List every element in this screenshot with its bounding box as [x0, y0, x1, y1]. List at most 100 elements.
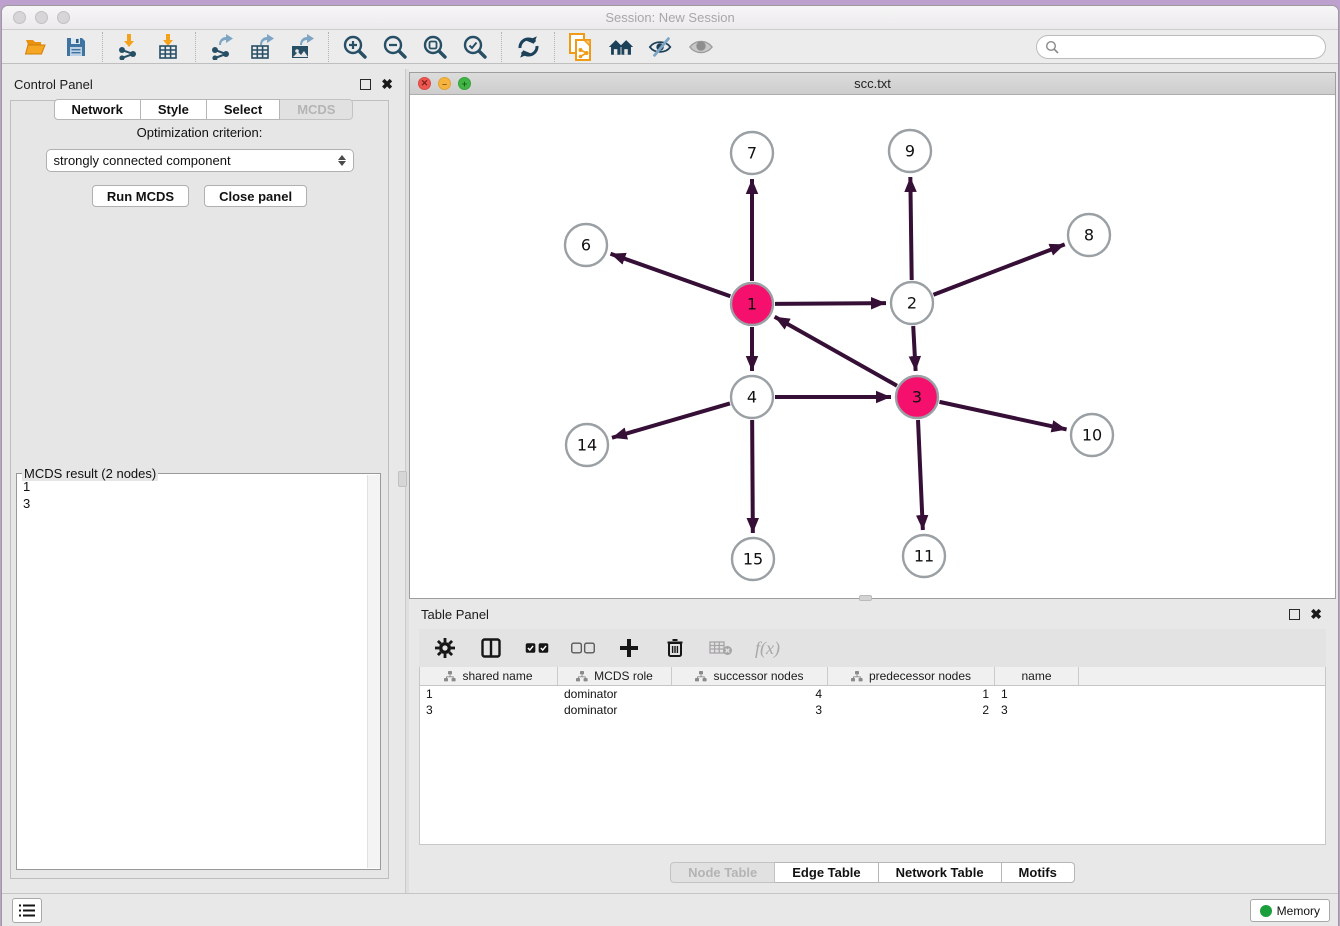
- add-column-icon[interactable]: [617, 636, 641, 660]
- node-11[interactable]: 11: [903, 535, 945, 577]
- svg-text:10: 10: [1082, 426, 1102, 445]
- node-3[interactable]: 3: [896, 376, 938, 418]
- edge-1-6[interactable]: [610, 254, 730, 297]
- import-network-icon[interactable]: [116, 34, 142, 60]
- zoom-in-icon[interactable]: [342, 34, 368, 60]
- save-session-icon[interactable]: [63, 34, 89, 60]
- table-cell[interactable]: 1: [420, 686, 558, 702]
- table-cell[interactable]: 3: [995, 702, 1079, 718]
- show-all-icon[interactable]: [688, 34, 714, 60]
- clone-network-icon[interactable]: [568, 34, 594, 60]
- close-panel-icon[interactable]: ✖: [381, 79, 393, 90]
- edge-3-10[interactable]: [939, 402, 1066, 430]
- table-row[interactable]: 1dominator411: [420, 686, 1325, 702]
- node-15[interactable]: 15: [732, 538, 774, 580]
- run-mcds-button[interactable]: Run MCDS: [92, 185, 189, 207]
- select-all-checkboxes-icon[interactable]: [525, 636, 549, 660]
- result-scrollbar[interactable]: [367, 475, 380, 868]
- table-toolbar: f(x): [419, 629, 1326, 667]
- tab-select[interactable]: Select: [207, 99, 280, 120]
- node-14[interactable]: 14: [566, 424, 608, 466]
- edge-2-3[interactable]: [913, 326, 915, 371]
- table-cell[interactable]: 1: [828, 686, 995, 702]
- table-row[interactable]: 3dominator323: [420, 702, 1325, 718]
- column-type-icon: [576, 671, 588, 682]
- column-header-shared-name[interactable]: shared name: [420, 667, 558, 685]
- node-table[interactable]: shared nameMCDS rolesuccessor nodesprede…: [419, 667, 1326, 845]
- edge-4-15[interactable]: [752, 420, 753, 533]
- mcds-panel: Optimization criterion: strongly connect…: [10, 100, 389, 879]
- edge-3-11[interactable]: [918, 420, 923, 530]
- column-header-name[interactable]: name: [995, 667, 1079, 685]
- network-minimize-button[interactable]: –: [438, 77, 451, 90]
- network-canvas[interactable]: 1 2 3 4 6 7 8 9 10 11 14 15: [410, 95, 1335, 598]
- zoom-selected-icon[interactable]: [462, 34, 488, 60]
- hide-selected-icon[interactable]: [648, 34, 674, 60]
- node-7[interactable]: 7: [731, 132, 773, 174]
- search-input[interactable]: [1064, 39, 1317, 54]
- svg-text:6: 6: [581, 236, 591, 255]
- column-header-successor-nodes[interactable]: successor nodes: [672, 667, 828, 685]
- svg-text:1: 1: [747, 295, 757, 314]
- network-maximize-button[interactable]: +: [458, 77, 471, 90]
- node-2[interactable]: 2: [891, 282, 933, 324]
- edge-2-8[interactable]: [933, 244, 1064, 294]
- svg-text:4: 4: [747, 388, 757, 407]
- float-panel-icon[interactable]: [360, 79, 371, 90]
- column-header-predecessor-nodes[interactable]: predecessor nodes: [828, 667, 995, 685]
- svg-text:8: 8: [1084, 226, 1094, 245]
- float-table-panel-icon[interactable]: [1289, 609, 1300, 620]
- delete-column-icon[interactable]: [663, 636, 687, 660]
- search-field[interactable]: [1036, 35, 1326, 59]
- memory-status-icon: [1260, 905, 1272, 917]
- deselect-all-checkboxes-icon[interactable]: [571, 636, 595, 660]
- table-cell[interactable]: dominator: [558, 686, 672, 702]
- first-neighbors-icon[interactable]: [608, 34, 634, 60]
- tab-edge-table[interactable]: Edge Table: [775, 862, 878, 883]
- tab-network[interactable]: Network: [54, 99, 141, 120]
- network-graph[interactable]: 1 2 3 4 6 7 8 9 10 11 14 15: [410, 95, 1335, 598]
- zoom-fit-icon[interactable]: [422, 34, 448, 60]
- node-8[interactable]: 8: [1068, 214, 1110, 256]
- table-cell[interactable]: dominator: [558, 702, 672, 718]
- network-close-button[interactable]: ✕: [418, 77, 431, 90]
- table-cell[interactable]: 1: [995, 686, 1079, 702]
- node-1[interactable]: 1: [731, 283, 773, 325]
- node-6[interactable]: 6: [565, 224, 607, 266]
- column-header-MCDS-role[interactable]: MCDS role: [558, 667, 672, 685]
- node-4[interactable]: 4: [731, 376, 773, 418]
- svg-text:11: 11: [914, 547, 934, 566]
- import-table-icon[interactable]: [156, 34, 182, 60]
- tab-network-table[interactable]: Network Table: [879, 862, 1002, 883]
- control-panel-tabs: NetworkStyleSelectMCDS: [2, 99, 405, 120]
- table-cell[interactable]: 2: [828, 702, 995, 718]
- memory-button[interactable]: Memory: [1250, 899, 1330, 922]
- export-network-icon[interactable]: [209, 34, 235, 60]
- tab-style[interactable]: Style: [141, 99, 207, 120]
- edge-3-1[interactable]: [775, 317, 897, 386]
- node-10[interactable]: 10: [1071, 414, 1113, 456]
- tab-node-table[interactable]: Node Table: [670, 862, 775, 883]
- node-9[interactable]: 9: [889, 130, 931, 172]
- close-table-panel-icon[interactable]: ✖: [1310, 609, 1322, 620]
- table-cell[interactable]: 3: [420, 702, 558, 718]
- edge-1-2[interactable]: [775, 303, 886, 304]
- edge-4-14[interactable]: [612, 403, 730, 437]
- settings-gear-icon[interactable]: [433, 636, 457, 660]
- tab-motifs[interactable]: Motifs: [1002, 862, 1075, 883]
- table-cell[interactable]: 4: [672, 686, 828, 702]
- criterion-select[interactable]: strongly connected component: [46, 149, 354, 172]
- mcds-result-text[interactable]: 1 3: [17, 476, 366, 869]
- table-cell[interactable]: 3: [672, 702, 828, 718]
- zoom-out-icon[interactable]: [382, 34, 408, 60]
- export-table-icon[interactable]: [249, 34, 275, 60]
- refresh-icon[interactable]: [515, 34, 541, 60]
- open-session-icon[interactable]: [23, 34, 49, 60]
- window-titlebar: Session: New Session: [2, 6, 1338, 30]
- task-history-button[interactable]: [12, 898, 42, 923]
- close-panel-button[interactable]: Close panel: [204, 185, 307, 207]
- tab-mcds[interactable]: MCDS: [280, 99, 353, 120]
- export-image-icon[interactable]: [289, 34, 315, 60]
- edge-2-9[interactable]: [910, 177, 911, 280]
- show-columns-icon[interactable]: [479, 636, 503, 660]
